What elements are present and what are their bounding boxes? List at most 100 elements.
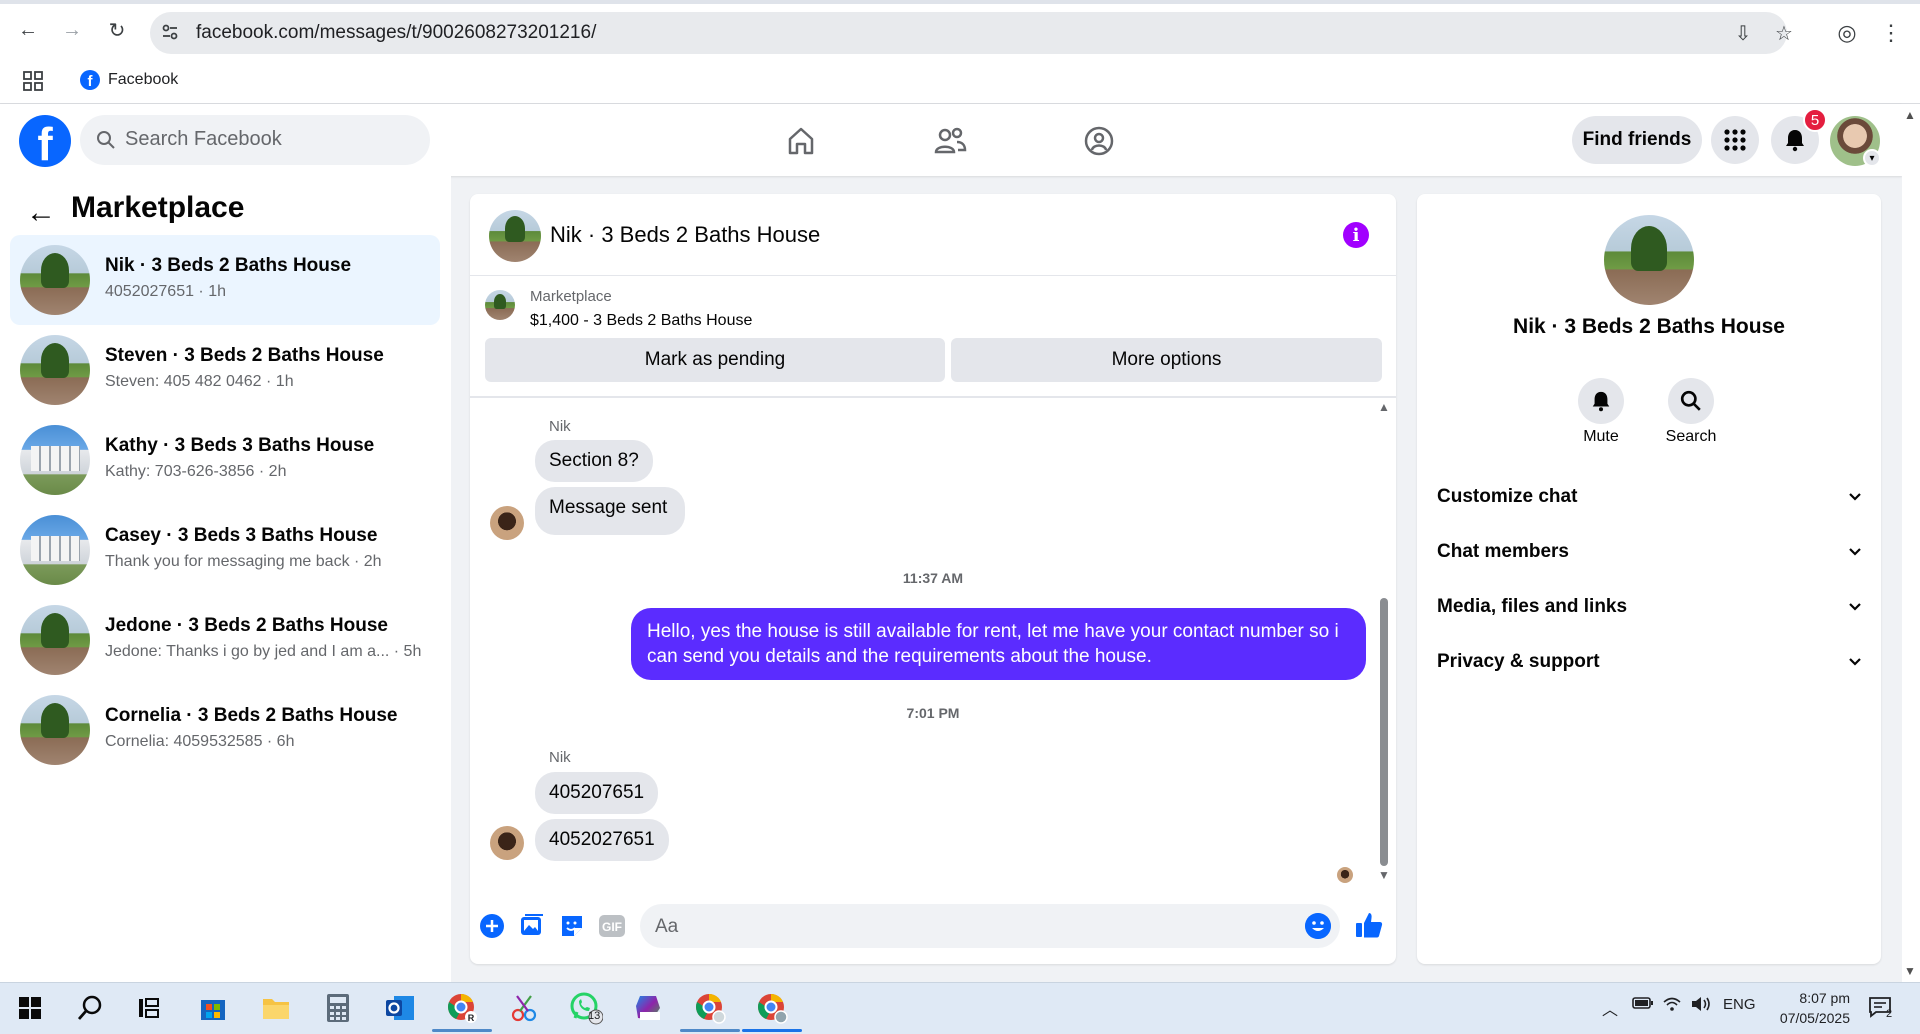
details-name: Nik · 3 Beds 2 Baths House <box>1513 315 1785 338</box>
details-avatar[interactable] <box>1604 215 1694 305</box>
photo-icon[interactable] <box>518 912 546 940</box>
wifi-icon[interactable] <box>1662 996 1682 1016</box>
search-in-conversation-button[interactable] <box>1668 378 1714 424</box>
message-bubble-incoming[interactable]: Section 8? <box>535 440 653 482</box>
url-text[interactable]: facebook.com/messages/t/9002608273201216… <box>196 22 596 44</box>
sticker-icon[interactable] <box>558 912 586 940</box>
mark-as-pending-button[interactable]: Mark as pending <box>485 338 945 382</box>
outlook-icon[interactable] <box>382 990 418 1026</box>
message-bubble-incoming[interactable]: 4052027651 <box>535 819 669 861</box>
show-hidden-icons-chevron-icon[interactable]: ︿ <box>1602 996 1618 1020</box>
panel-title: Marketplace <box>71 191 245 224</box>
groups-icon[interactable] <box>1079 121 1119 161</box>
friends-icon[interactable] <box>930 121 970 161</box>
gif-icon[interactable]: GIF <box>598 912 626 940</box>
conversation-avatar <box>20 695 90 765</box>
install-app-icon[interactable]: ⇩ <box>1730 20 1756 46</box>
profile-icon[interactable]: ◎ <box>1832 18 1862 48</box>
bookmark-label: Facebook <box>108 71 179 88</box>
message-bubble-outgoing[interactable]: Hello, yes the house is still available … <box>631 608 1366 680</box>
conversation-avatar <box>20 605 90 675</box>
listing-price[interactable]: $1,400 - 3 Beds 2 Baths House <box>530 312 752 330</box>
more-options-button[interactable]: More options <box>951 338 1382 382</box>
back-icon[interactable]: ← <box>14 16 42 44</box>
scroll-up-icon[interactable]: ▲ <box>1378 400 1390 414</box>
plus-circle-icon[interactable] <box>478 912 506 940</box>
chrome-profile-r-icon[interactable]: R <box>444 990 480 1026</box>
mute-button[interactable] <box>1578 378 1624 424</box>
bookmark-star-icon[interactable]: ☆ <box>1771 20 1797 46</box>
battery-icon[interactable] <box>1632 996 1654 1014</box>
back-arrow-icon[interactable]: ← <box>26 196 56 230</box>
conversation-preview: Kathy: 703-626-3856 · 2h <box>105 463 287 480</box>
conversation-avatar <box>20 335 90 405</box>
thumbs-up-icon[interactable] <box>1354 910 1384 940</box>
sender-avatar[interactable] <box>490 506 524 540</box>
bookmark-facebook[interactable]: f Facebook <box>80 70 178 90</box>
conversation-preview: 4052027651 · 1h <box>105 283 226 300</box>
media-files-links-row[interactable]: Media, files and links <box>1437 587 1862 627</box>
volume-icon[interactable] <box>1690 996 1712 1016</box>
chat-title[interactable]: Nik · 3 Beds 2 Baths House <box>550 222 820 248</box>
conversation-item-jedone[interactable]: Jedone · 3 Beds 2 Baths House Jedone: Th… <box>10 595 440 685</box>
conversation-item-kathy[interactable]: Kathy · 3 Beds 3 Baths House Kathy: 703-… <box>10 415 440 505</box>
divider <box>470 275 1396 276</box>
listing-thumbnail[interactable] <box>485 290 515 320</box>
file-explorer-icon[interactable] <box>258 990 294 1026</box>
account-chevron-down-icon[interactable]: ▾ <box>1863 149 1881 167</box>
task-view-icon[interactable] <box>132 990 168 1026</box>
emoji-icon[interactable] <box>1305 913 1331 939</box>
find-friends-button[interactable]: Find friends <box>1572 116 1702 164</box>
windows-start-icon[interactable] <box>12 990 48 1026</box>
conversation-preview: Cornelia: 4059532585 · 6h <box>105 733 295 750</box>
page-scrollbar[interactable] <box>1902 104 1920 982</box>
conversation-item-cornelia[interactable]: Cornelia · 3 Beds 2 Baths House Cornelia… <box>10 685 440 775</box>
chrome-profile-2-icon[interactable] <box>692 990 728 1026</box>
page-scroll-down-icon[interactable]: ▼ <box>1904 964 1916 978</box>
apps-grid-icon[interactable] <box>22 70 44 92</box>
conversation-item-casey[interactable]: Casey · 3 Beds 3 Baths House Thank you f… <box>10 505 440 595</box>
chat-scrollbar[interactable] <box>1380 598 1388 866</box>
sender-avatar[interactable] <box>490 826 524 860</box>
conversation-name: Nik · 3 Beds 2 Baths House <box>105 255 352 276</box>
clock-date: 07/05/2025 <box>1779 1010 1850 1026</box>
taskbar-search-icon[interactable] <box>72 990 108 1026</box>
facebook-logo-icon[interactable]: f <box>19 115 71 167</box>
menu-grid-icon[interactable] <box>1711 116 1759 164</box>
message-input[interactable] <box>640 904 1340 948</box>
language-indicator[interactable]: ENG <box>1723 996 1756 1013</box>
chevron-down-icon <box>1849 658 1861 666</box>
message-bubble-incoming[interactable]: 405207651 <box>535 772 659 814</box>
site-info-icon[interactable] <box>160 22 180 42</box>
chrome-profile-3-icon[interactable] <box>754 990 790 1026</box>
active-app-indicator <box>432 1029 492 1032</box>
snipping-tool-icon[interactable] <box>506 990 542 1026</box>
conversation-name: Steven · 3 Beds 2 Baths House <box>105 345 384 366</box>
microsoft-365-icon[interactable] <box>630 990 666 1026</box>
scroll-down-icon[interactable]: ▼ <box>1378 868 1390 882</box>
chat-members-row[interactable]: Chat members <box>1437 532 1862 572</box>
message-bubble-incoming[interactable]: Message sent <box>535 487 686 535</box>
chat-avatar[interactable] <box>489 210 541 262</box>
conversation-avatar <box>20 515 90 585</box>
facebook-favicon-icon: f <box>80 70 100 90</box>
calculator-icon[interactable] <box>320 990 356 1026</box>
conversation-item-steven[interactable]: Steven · 3 Beds 2 Baths House Steven: 40… <box>10 325 440 415</box>
info-icon[interactable]: i <box>1343 222 1369 248</box>
row-label: Chat members <box>1437 541 1569 562</box>
forward-icon[interactable]: → <box>58 16 86 44</box>
home-icon[interactable] <box>781 121 821 161</box>
search-label: Search <box>1665 428 1717 445</box>
menu-kebab-icon[interactable]: ⋮ <box>1876 18 1906 48</box>
clock[interactable]: 8:07 pm 07/05/2025 <box>1755 988 1850 1028</box>
active-app-indicator <box>742 1029 802 1032</box>
row-label: Media, files and links <box>1437 596 1628 617</box>
reload-icon[interactable]: ↻ <box>103 16 131 44</box>
seen-indicator-avatar <box>1337 867 1353 883</box>
store-icon[interactable] <box>195 990 231 1026</box>
conversation-item-nik[interactable]: Nik · 3 Beds 2 Baths House 4052027651 · … <box>10 235 440 325</box>
customize-chat-row[interactable]: Customize chat <box>1437 477 1862 517</box>
chevron-down-icon <box>1849 603 1861 611</box>
privacy-support-row[interactable]: Privacy & support <box>1437 642 1862 682</box>
page-scroll-up-icon[interactable]: ▲ <box>1904 108 1916 122</box>
